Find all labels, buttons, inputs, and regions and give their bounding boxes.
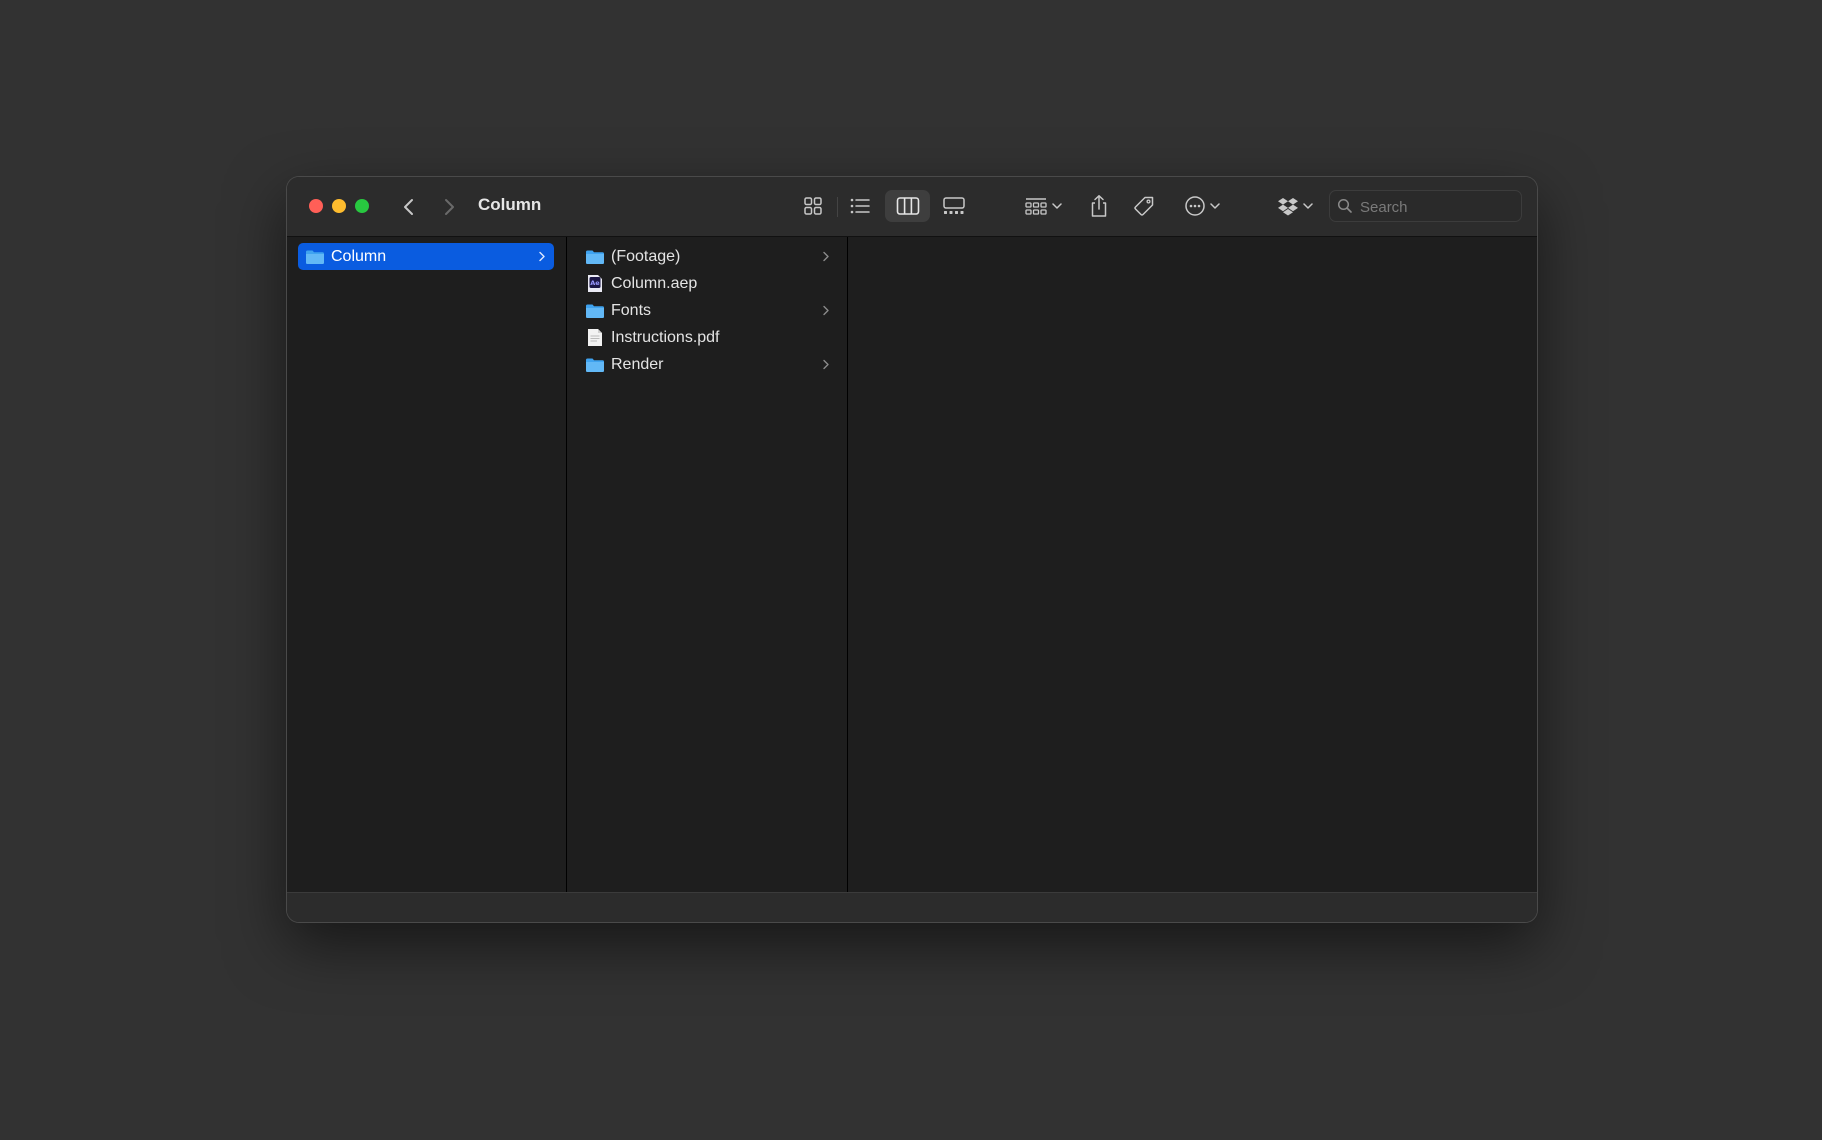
dropbox-icon [1278,198,1298,216]
icon-view-button[interactable] [797,190,829,222]
search-field[interactable] [1329,190,1522,222]
chevron-right-icon [823,359,829,370]
chevron-right-icon [823,251,829,262]
list-item-fonts-folder[interactable]: Fonts [578,297,838,324]
column-view-button[interactable] [885,190,930,222]
column-browser: Column (Footage) Ae Column.aep Fonts Ins… [287,237,1537,892]
chevron-down-icon [1303,203,1313,209]
chevron-left-icon [404,199,413,215]
chevron-down-icon [1052,203,1062,209]
tag-button[interactable] [1129,190,1159,222]
finder-window: Column Search Column (Footage) Ae Column… [287,177,1537,922]
gallery-view-button[interactable] [938,190,970,222]
grid-icon [804,197,822,215]
list-item-instructions-pdf[interactable]: Instructions.pdf [578,324,838,351]
gallery-icon [943,197,965,214]
columns-icon [896,197,919,215]
folder-icon [584,247,606,267]
close-button[interactable] [309,199,323,213]
toolbar: Column [287,177,1537,237]
window-title: Column [478,195,542,214]
list-item-label: Column.aep [611,274,698,292]
share-icon [1091,195,1107,217]
list-icon [850,198,870,214]
tag-icon [1134,196,1154,216]
more-icon [1185,196,1205,216]
chevron-down-icon [1210,203,1220,209]
search-input[interactable] [1358,195,1517,219]
folder-icon [584,301,606,321]
column-pane-2: (Footage) Ae Column.aep Fonts Instructio… [567,237,848,892]
list-view-button[interactable] [844,190,876,222]
list-item-column-aep[interactable]: Ae Column.aep [578,270,838,297]
group-by-button[interactable] [1020,190,1066,222]
chevron-right-icon [823,305,829,316]
toolbar-divider [837,197,838,217]
chevron-right-icon [445,199,454,215]
chevron-right-icon [539,251,545,262]
dropbox-button[interactable] [1272,190,1318,222]
column-pane-1: Column [287,237,567,892]
svg-text:Ae: Ae [590,279,600,287]
folder-icon [584,355,606,375]
action-menu-button[interactable] [1179,190,1225,222]
list-item-label: Column [331,247,387,265]
list-item-label: Render [611,355,664,373]
folder-icon [304,247,326,267]
status-bar [287,892,1537,922]
list-item-column-folder[interactable]: Column [298,243,554,270]
search-icon [1337,198,1352,213]
forward-button[interactable] [435,193,463,221]
pdf-file-icon [584,328,606,348]
column-pane-3 [848,237,1537,892]
list-item-label: Instructions.pdf [611,328,720,346]
list-item-label: Fonts [611,301,652,319]
list-item-footage-folder[interactable]: (Footage) [578,243,838,270]
list-item-render-folder[interactable]: Render [578,351,838,378]
share-button[interactable] [1084,190,1114,222]
group-icon [1025,198,1047,215]
zoom-button[interactable] [355,199,369,213]
list-item-label: (Footage) [611,247,681,265]
after-effects-file-icon: Ae [584,274,606,294]
minimize-button[interactable] [332,199,346,213]
back-button[interactable] [395,193,423,221]
